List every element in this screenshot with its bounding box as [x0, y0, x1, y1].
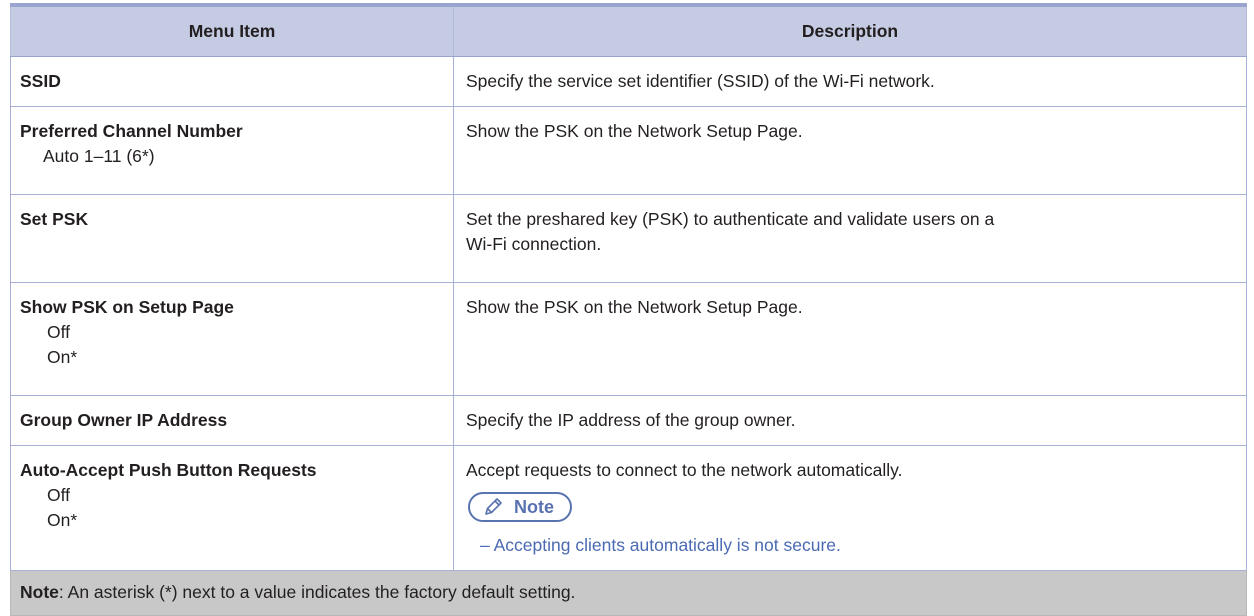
description-text: Show the PSK on the Network Setup Page.: [466, 295, 1246, 320]
menu-item-cell: Auto-Accept Push Button Requests Off On*: [11, 446, 454, 571]
description-text: Specify the service set identifier (SSID…: [466, 69, 1246, 94]
description-cell: Set the preshared key (PSK) to authentic…: [454, 195, 1247, 283]
menu-item-label: Show PSK on Setup Page: [20, 295, 453, 320]
menu-item-cell: Set PSK: [11, 195, 454, 283]
menu-item-option: On*: [20, 345, 453, 370]
menu-item-option: Off: [20, 483, 453, 508]
menu-item-label: SSID: [20, 69, 453, 94]
menu-item-label: Set PSK: [20, 207, 453, 232]
column-header-menu-item: Menu Item: [11, 5, 454, 57]
note-bullet-text: – Accepting clients automatically is not…: [466, 533, 1246, 558]
menu-item-label: Group Owner IP Address: [20, 408, 453, 433]
note-badge: Note: [468, 492, 572, 522]
menu-item-cell: Preferred Channel Number Auto 1–11 (6*): [11, 107, 454, 195]
table-row: Group Owner IP Address Specify the IP ad…: [11, 396, 1247, 446]
menu-item-cell: Show PSK on Setup Page Off On*: [11, 283, 454, 396]
footer-note-label: Note: [20, 582, 59, 602]
description-cell: Specify the IP address of the group owne…: [454, 396, 1247, 446]
description-text: Accept requests to connect to the networ…: [466, 458, 1246, 483]
footer-note-cell: Note: An asterisk (*) next to a value in…: [11, 571, 1247, 616]
footer-note-text: : An asterisk (*) next to a value indica…: [59, 582, 576, 602]
description-text-line: Wi-Fi connection.: [466, 232, 1246, 257]
settings-table-container: Menu Item Description SSID Specify the s…: [10, 3, 1246, 616]
description-text-line: Set the preshared key (PSK) to authentic…: [466, 207, 1246, 232]
column-header-description: Description: [454, 5, 1247, 57]
menu-item-option: Auto 1–11 (6*): [20, 144, 453, 169]
pencil-icon: [482, 496, 504, 518]
menu-item-cell: Group Owner IP Address: [11, 396, 454, 446]
menu-item-label: Auto-Accept Push Button Requests: [20, 458, 453, 483]
table-row: Show PSK on Setup Page Off On* Show the …: [11, 283, 1247, 396]
description-cell: Accept requests to connect to the networ…: [454, 446, 1247, 571]
menu-item-option: Off: [20, 320, 453, 345]
menu-item-label: Preferred Channel Number: [20, 119, 453, 144]
note-label: Note: [514, 495, 554, 520]
description-cell: Show the PSK on the Network Setup Page.: [454, 283, 1247, 396]
menu-item-option: On*: [20, 508, 453, 533]
table-row: SSID Specify the service set identifier …: [11, 57, 1247, 107]
table-row: Auto-Accept Push Button Requests Off On*…: [11, 446, 1247, 571]
menu-item-cell: SSID: [11, 57, 454, 107]
description-text: Specify the IP address of the group owne…: [466, 408, 1246, 433]
table-footer-row: Note: An asterisk (*) next to a value in…: [11, 571, 1247, 616]
table-row: Set PSK Set the preshared key (PSK) to a…: [11, 195, 1247, 283]
table-header-row: Menu Item Description: [11, 5, 1247, 57]
settings-table: Menu Item Description SSID Specify the s…: [10, 3, 1247, 616]
description-cell: Specify the service set identifier (SSID…: [454, 57, 1247, 107]
description-text: Show the PSK on the Network Setup Page.: [466, 119, 1246, 144]
table-row: Preferred Channel Number Auto 1–11 (6*) …: [11, 107, 1247, 195]
description-cell: Show the PSK on the Network Setup Page.: [454, 107, 1247, 195]
